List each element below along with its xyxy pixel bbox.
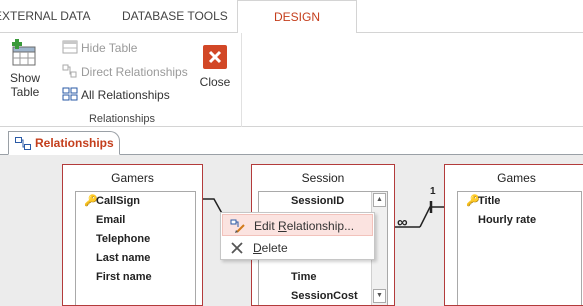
field-email[interactable]: Email	[76, 211, 195, 230]
table-games-title[interactable]: Games	[445, 165, 583, 191]
field-telephone[interactable]: Telephone	[76, 230, 195, 249]
close-button[interactable]: Close	[196, 45, 234, 89]
field-title-label: Title	[478, 195, 501, 207]
delete-menu-item[interactable]: Delete	[222, 237, 373, 259]
hide-table-label: Hide Table	[81, 41, 138, 55]
hide-table-icon	[62, 40, 78, 54]
show-table-button[interactable]: Show Table	[8, 39, 42, 99]
edit-relationship-suffix: elationship...	[286, 219, 355, 233]
field-hourly-rate[interactable]: Hourly rate	[458, 211, 581, 230]
ribbon: Show Table Hide Table Direct Relationshi…	[0, 33, 583, 127]
group-label-relationships: Relationships	[88, 113, 156, 125]
direct-relationships-icon	[62, 64, 77, 78]
delete-suffix: elete	[261, 241, 288, 255]
field-title[interactable]: 🔑Title	[458, 192, 581, 211]
context-menu: Edit Relationship... Delete	[220, 212, 375, 260]
direct-relationships-label: Direct Relationships	[81, 65, 188, 79]
tab-relationships-document[interactable]: Relationships	[8, 131, 120, 155]
show-table-icon	[12, 39, 36, 66]
ribbon-tab-bar: EXTERNAL DATA DATABASE TOOLS DESIGN	[0, 0, 583, 34]
field-last-name[interactable]: Last name	[76, 249, 195, 268]
relationship-one-label: 1	[430, 186, 436, 197]
relationships-icon	[15, 137, 31, 150]
hide-table-button[interactable]: Hide Table	[62, 39, 137, 57]
field-first-name[interactable]: First name	[76, 268, 195, 287]
document-tab-strip: Relationships	[0, 127, 583, 155]
tab-external-data[interactable]: EXTERNAL DATA	[0, 9, 90, 23]
all-relationships-label: All Relationships	[81, 88, 170, 102]
edit-relationship-icon	[230, 219, 245, 233]
edit-relationship-prefix: Edit	[254, 219, 279, 233]
table-session-title[interactable]: Session	[252, 165, 394, 191]
table-gamers-title[interactable]: Gamers	[63, 165, 202, 191]
relationship-many-label: ∞	[397, 214, 408, 231]
delete-icon	[231, 242, 243, 254]
primary-key-icon: 🔑	[84, 195, 98, 207]
field-sessionid[interactable]: SessionID	[259, 192, 387, 211]
field-callsign[interactable]: 🔑CallSign	[76, 192, 195, 211]
relationships-tab-label: Relationships	[35, 136, 114, 150]
table-gamers[interactable]: Gamers 🔑CallSign Email Telephone Last na…	[62, 164, 203, 306]
edit-relationship-accelerator: R	[278, 219, 287, 233]
table-gamers-fields: 🔑CallSign Email Telephone Last name Firs…	[75, 191, 196, 305]
all-relationships-button[interactable]: All Relationships	[62, 86, 170, 104]
direct-relationships-button[interactable]: Direct Relationships	[62, 63, 188, 81]
tab-database-tools[interactable]: DATABASE TOOLS	[122, 9, 228, 23]
field-callsign-label: CallSign	[96, 195, 141, 207]
table-games[interactable]: Games 🔑Title Hourly rate	[444, 164, 583, 306]
close-icon	[203, 45, 227, 69]
edit-relationship-menu-item[interactable]: Edit Relationship...	[222, 214, 373, 236]
delete-accelerator: D	[253, 241, 262, 255]
scroll-down-icon[interactable]: ▼	[373, 289, 386, 303]
field-sessioncost[interactable]: SessionCost	[259, 287, 387, 306]
table-games-fields: 🔑Title Hourly rate	[457, 191, 582, 305]
all-relationships-icon	[62, 87, 78, 101]
show-table-label-1: Show	[9, 71, 41, 85]
close-label: Close	[199, 75, 231, 89]
show-table-label-2: Table	[10, 85, 40, 99]
relationships-group: Show Table Hide Table Direct Relationshi…	[2, 33, 242, 127]
tab-design[interactable]: DESIGN	[237, 0, 357, 34]
primary-key-icon: 🔑	[466, 195, 480, 207]
scroll-up-icon[interactable]: ▲	[373, 193, 386, 207]
field-time[interactable]: Time	[259, 268, 387, 287]
